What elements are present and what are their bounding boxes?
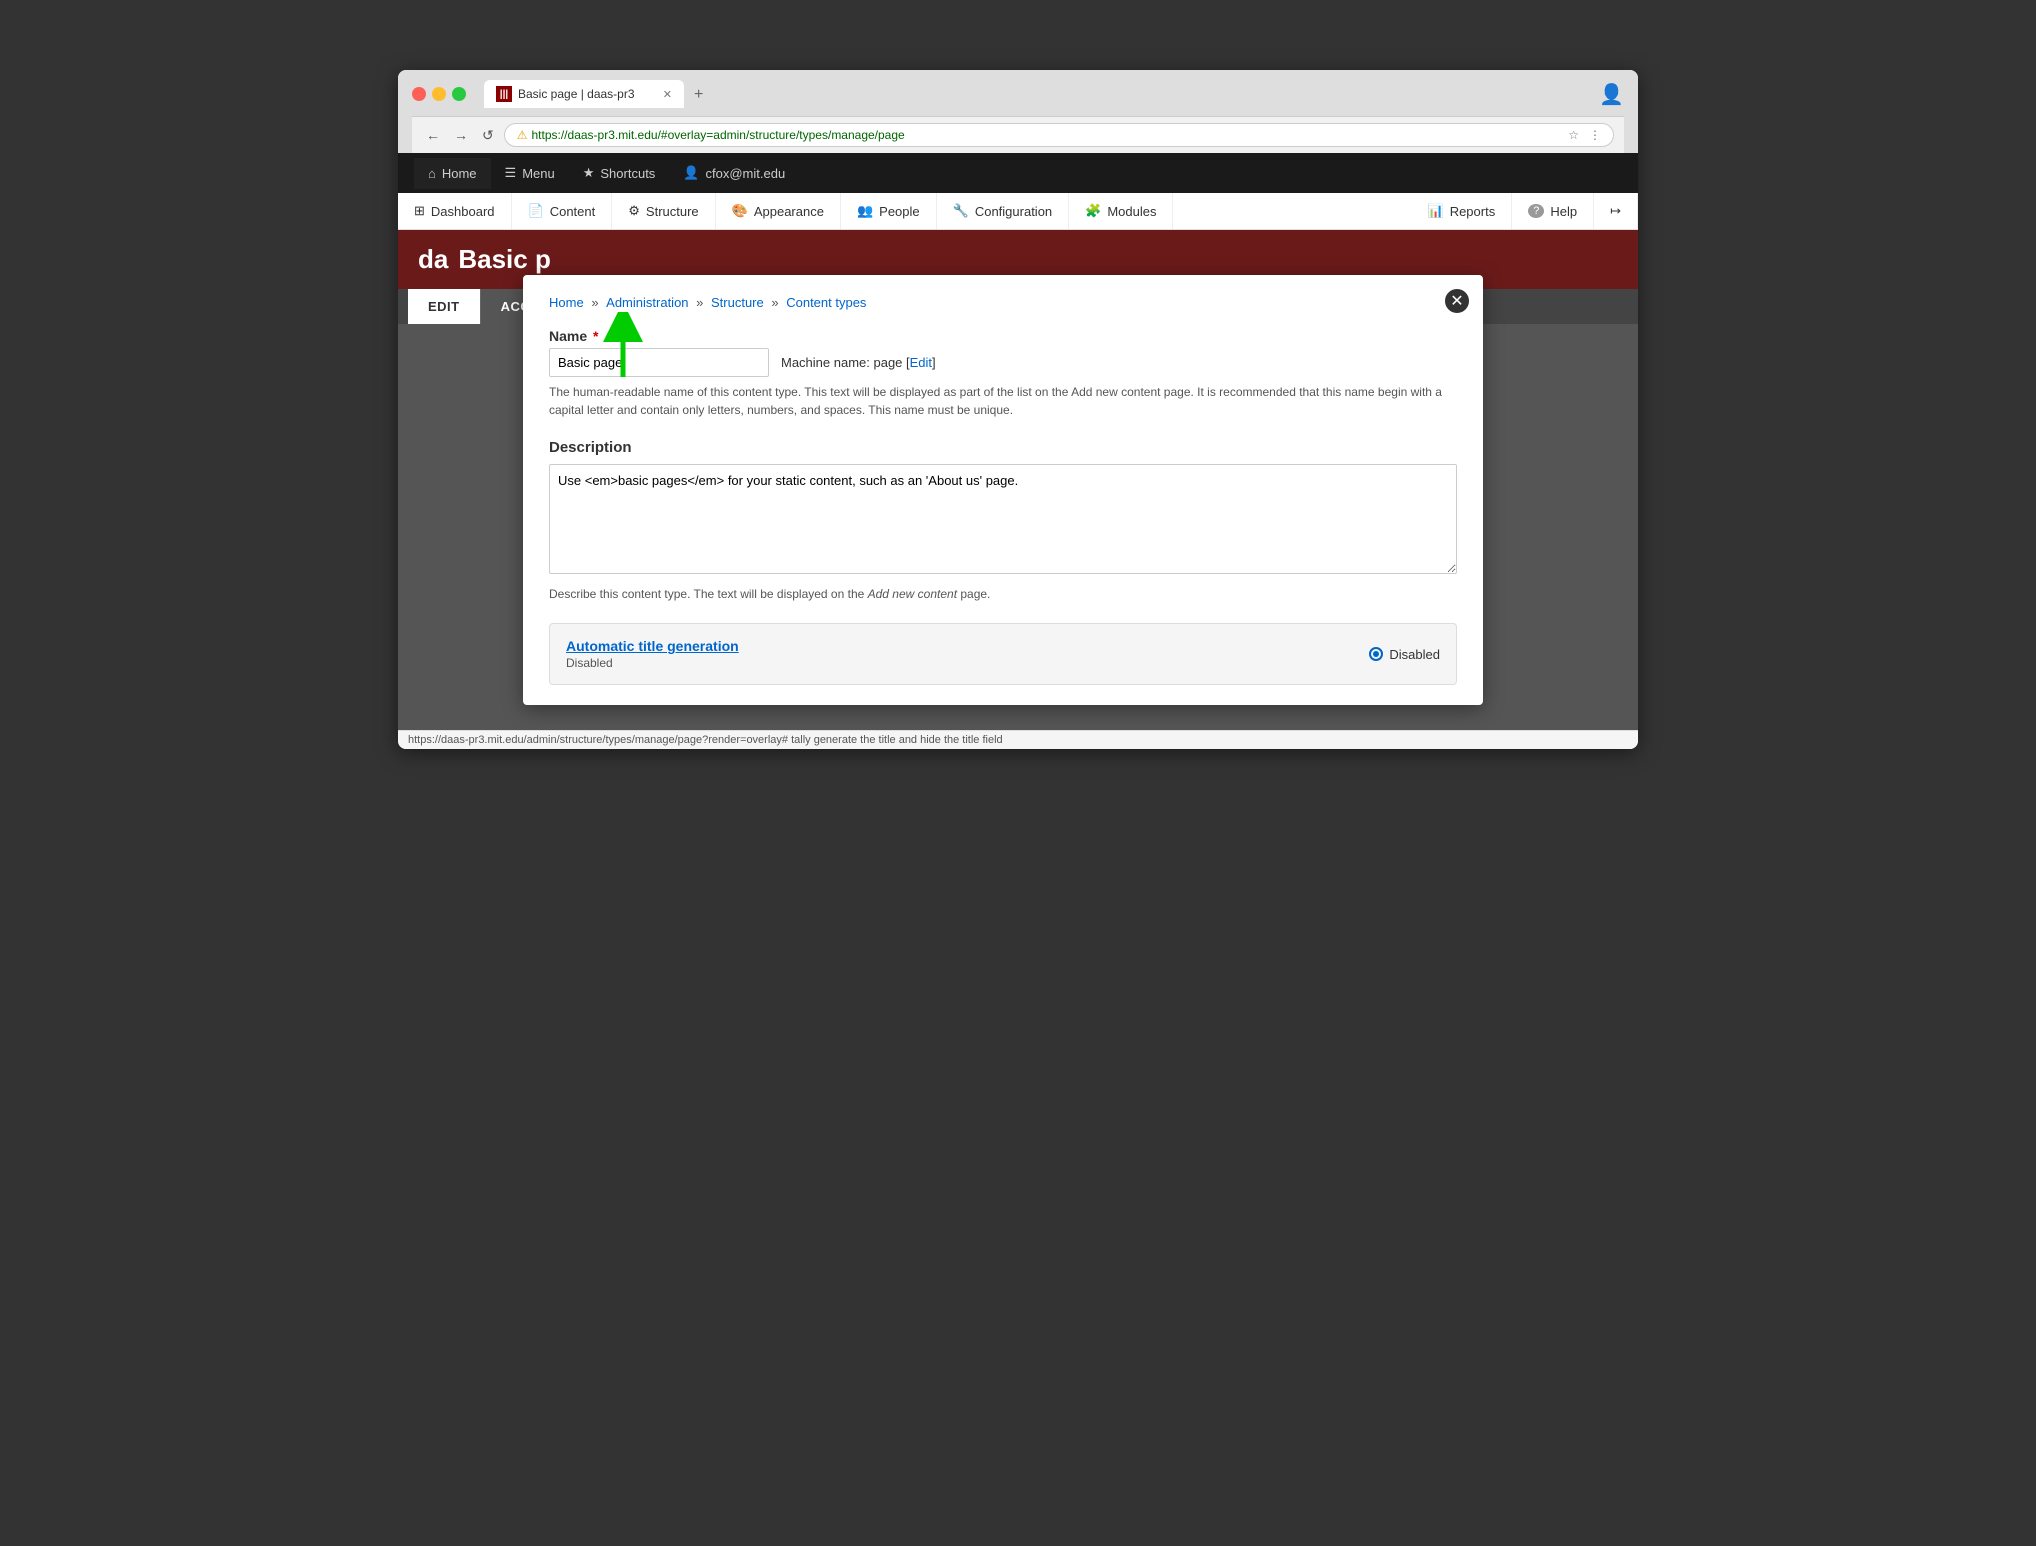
admin-secondary-nav: ⊞ Dashboard 📄 Content ⚙ Structure 🎨 Appe… xyxy=(398,193,1638,230)
nav-help-label: Help xyxy=(1550,204,1577,219)
menu-icon: ☰ xyxy=(505,165,517,181)
maximize-window-button[interactable] xyxy=(452,87,466,101)
auto-title-section: Automatic title generation Disabled Disa… xyxy=(549,623,1457,685)
nav-menu[interactable]: ☰ Menu xyxy=(491,157,569,189)
content-icon: 📄 xyxy=(528,203,544,219)
browser-profile-icon[interactable]: 👤 xyxy=(1599,84,1624,106)
nav-content[interactable]: 📄 Content xyxy=(512,193,613,229)
help-icon: ? xyxy=(1528,204,1544,218)
description-form-group: Description Use <em>basic pages</em> for… xyxy=(549,439,1457,603)
nav-menu-label: Menu xyxy=(522,166,555,181)
nav-people-label: People xyxy=(879,204,919,219)
auto-title-status: Disabled xyxy=(566,656,739,670)
page-bg-title: da xyxy=(418,244,448,275)
nav-reports[interactable]: 📊 Reports xyxy=(1412,193,1513,229)
nav-content-label: Content xyxy=(550,204,596,219)
auto-title-link[interactable]: Automatic title generation xyxy=(566,638,739,654)
tab-close-button[interactable]: ✕ xyxy=(663,88,672,101)
new-tab-button[interactable]: + xyxy=(686,82,711,108)
status-bar: https://daas-pr3.mit.edu/admin/structure… xyxy=(398,730,1638,749)
nav-appearance[interactable]: 🎨 Appearance xyxy=(716,193,841,229)
breadcrumb-home[interactable]: Home xyxy=(549,295,584,310)
user-icon: 👤 xyxy=(683,165,699,181)
nav-shortcuts[interactable]: ★ Shortcuts xyxy=(569,157,670,189)
auto-title-left: Automatic title generation Disabled xyxy=(566,638,739,670)
breadcrumb-content-types[interactable]: Content types xyxy=(786,295,866,310)
breadcrumb-structure[interactable]: Structure xyxy=(711,295,764,310)
nav-home[interactable]: ⌂ Home xyxy=(414,158,491,189)
minimize-window-button[interactable] xyxy=(432,87,446,101)
required-star: * xyxy=(589,328,598,344)
nav-people[interactable]: 👥 People xyxy=(841,193,937,229)
machine-name-text: Machine name: page [Edit] xyxy=(781,355,936,370)
nav-appearance-label: Appearance xyxy=(754,204,824,219)
address-bar[interactable]: ⚠ https://daas-pr3.mit.edu/#overlay=admi… xyxy=(504,123,1614,147)
name-input[interactable] xyxy=(549,348,769,377)
reports-icon: 📊 xyxy=(1428,203,1444,219)
page-title-partial: Basic p xyxy=(458,244,551,275)
structure-icon: ⚙ xyxy=(628,203,640,219)
description-help-text: Describe this content type. The text wil… xyxy=(549,585,1457,603)
nav-configuration[interactable]: 🔧 Configuration xyxy=(937,193,1070,229)
nav-user[interactable]: 👤 cfox@mit.edu xyxy=(669,157,799,189)
disabled-radio[interactable] xyxy=(1369,647,1383,661)
nav-reports-label: Reports xyxy=(1450,204,1496,219)
home-icon: ⌂ xyxy=(428,166,436,181)
address-menu-icon[interactable]: ⋮ xyxy=(1589,128,1601,142)
nav-user-label: cfox@mit.edu xyxy=(706,166,786,181)
nav-dashboard-label: Dashboard xyxy=(431,204,495,219)
https-warning-icon: ⚠ xyxy=(517,128,528,142)
forward-button[interactable]: → xyxy=(450,125,472,145)
admin-top-nav: ⌂ Home ☰ Menu ★ Shortcuts 👤 cfox@mit.edu xyxy=(398,153,1638,193)
nav-modules[interactable]: 🧩 Modules xyxy=(1069,193,1173,229)
nav-structure-label: Structure xyxy=(646,204,699,219)
bookmark-icon[interactable]: ☆ xyxy=(1568,128,1579,142)
close-window-button[interactable] xyxy=(412,87,426,101)
breadcrumb-sep-3: » xyxy=(771,295,782,310)
description-label: Description xyxy=(549,439,1457,456)
breadcrumb-sep-2: » xyxy=(696,295,707,310)
status-bar-url: https://daas-pr3.mit.edu/admin/structure… xyxy=(408,734,1003,746)
disabled-label: Disabled xyxy=(1389,647,1440,662)
active-tab[interactable]: ||| Basic page | daas-pr3 ✕ xyxy=(484,80,684,108)
breadcrumb-sep-1: » xyxy=(591,295,602,310)
nav-structure[interactable]: ⚙ Structure xyxy=(612,193,715,229)
dashboard-icon: ⊞ xyxy=(414,203,425,219)
tab-favicon: ||| xyxy=(496,86,512,102)
sidebar-toggle-icon: ↦ xyxy=(1610,203,1621,219)
tab-edit-label: EDIT xyxy=(428,299,460,314)
edit-modal: ✕ Home » Administration » Structure » Co… xyxy=(523,275,1483,705)
people-icon: 👥 xyxy=(857,203,873,219)
machine-name-edit-link[interactable]: Edit xyxy=(910,355,932,370)
name-help-text: The human-readable name of this content … xyxy=(549,383,1457,419)
breadcrumb: Home » Administration » Structure » Cont… xyxy=(549,295,1457,310)
nav-home-label: Home xyxy=(442,166,477,181)
auto-title-right: Disabled xyxy=(1369,647,1440,662)
config-icon: 🔧 xyxy=(953,203,969,219)
nav-dashboard[interactable]: ⊞ Dashboard xyxy=(398,193,512,229)
collapse-sidebar-button[interactable]: ↦ xyxy=(1594,193,1638,229)
name-label: Name * xyxy=(549,328,1457,344)
refresh-button[interactable]: ↺ xyxy=(478,125,498,146)
name-form-group: Name * Machine name: page [Edit] The hum… xyxy=(549,328,1457,419)
back-button[interactable]: ← xyxy=(422,125,444,145)
nav-configuration-label: Configuration xyxy=(975,204,1052,219)
breadcrumb-administration[interactable]: Administration xyxy=(606,295,688,310)
nav-modules-label: Modules xyxy=(1107,204,1156,219)
nav-help[interactable]: ? Help xyxy=(1512,193,1594,229)
appearance-icon: 🎨 xyxy=(732,203,748,219)
nav-shortcuts-label: Shortcuts xyxy=(600,166,655,181)
description-textarea[interactable]: Use <em>basic pages</em> for your static… xyxy=(549,464,1457,574)
shortcuts-icon: ★ xyxy=(583,165,595,181)
tab-edit[interactable]: EDIT xyxy=(408,289,481,324)
close-icon: ✕ xyxy=(1450,291,1463,311)
address-url: https://daas-pr3.mit.edu/#overlay=admin/… xyxy=(532,128,905,142)
modules-icon: 🧩 xyxy=(1085,203,1101,219)
tab-title: Basic page | daas-pr3 xyxy=(518,87,635,101)
modal-close-button[interactable]: ✕ xyxy=(1443,287,1471,315)
